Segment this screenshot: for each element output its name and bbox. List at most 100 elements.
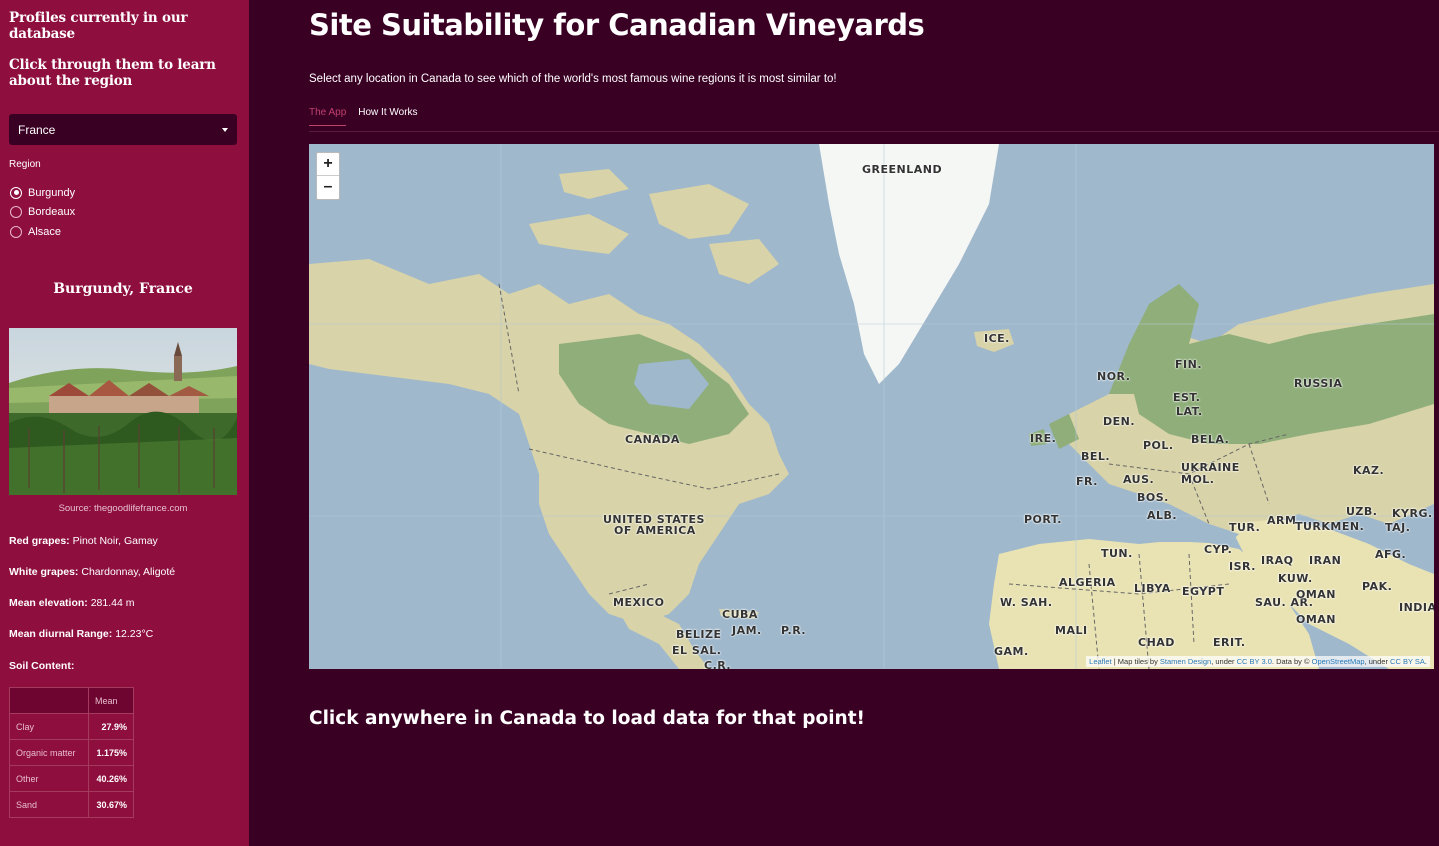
map-label: EL SAL. xyxy=(672,644,722,657)
table-row: Sand 30.67% xyxy=(9,791,134,818)
map-label: IRAQ xyxy=(1261,554,1294,567)
map-label: RUSSIA xyxy=(1294,377,1343,390)
cc-by-sa-link[interactable]: CC BY SA xyxy=(1390,657,1425,666)
map-label: AUS. xyxy=(1123,473,1155,486)
map-label: POL. xyxy=(1143,439,1174,452)
region-option-burgundy[interactable]: Burgundy xyxy=(10,183,75,203)
attribution-text: , under xyxy=(1364,657,1391,666)
map-label: IRE. xyxy=(1030,432,1057,445)
soil-value: 40.26% xyxy=(88,765,134,792)
sidebar: Profiles currently in our database Click… xyxy=(0,0,249,846)
world-map[interactable]: + – GREENLAND ICE. CANADA UNITED STATES … xyxy=(309,144,1434,669)
map-label: LAT. xyxy=(1176,405,1203,418)
map-label: AFG. xyxy=(1375,548,1407,561)
page-title: Site Suitability for Canadian Vineyards xyxy=(309,8,925,42)
map-label: CUBA xyxy=(722,608,758,621)
map-label: TUR. xyxy=(1229,521,1261,534)
soil-label: Soil Content: xyxy=(9,660,75,672)
map-label: KYRG. xyxy=(1392,507,1433,520)
leaflet-link[interactable]: Leaflet xyxy=(1089,657,1112,666)
zoom-control: + – xyxy=(316,152,340,200)
radio-button[interactable] xyxy=(10,206,22,219)
attribution-text: | Map tiles by xyxy=(1111,657,1160,666)
map-label: CYP. xyxy=(1204,543,1233,556)
fact-value: 12.23°C xyxy=(115,628,154,640)
tab-the-app[interactable]: The App xyxy=(309,107,347,126)
region-radio-group: Burgundy Bordeaux Alsace xyxy=(10,183,75,242)
attribution-text: , under xyxy=(1211,657,1237,666)
map-label: CANADA xyxy=(625,433,680,446)
region-option-alsace[interactable]: Alsace xyxy=(10,222,75,242)
map-label: C.R. xyxy=(704,659,732,669)
map-label: IRAN xyxy=(1309,554,1342,567)
country-select-value: France xyxy=(18,122,56,137)
osm-link[interactable]: OpenStreetMap xyxy=(1312,657,1365,666)
page-subtitle: Select any location in Canada to see whi… xyxy=(309,73,837,85)
map-label: BOS. xyxy=(1137,491,1169,504)
soil-name: Sand xyxy=(9,791,89,818)
fact-label: Mean elevation: xyxy=(9,597,88,609)
region-photo xyxy=(9,328,237,495)
attribution-text: . xyxy=(1424,657,1427,666)
map-label: FIN. xyxy=(1175,358,1202,371)
soil-table: Mean Clay 27.9% Organic matter 1.175% Othe… xyxy=(9,687,134,818)
map-label: ISR. xyxy=(1229,560,1256,573)
map-label: ICE. xyxy=(984,332,1010,345)
sidebar-subheading: Click through them to learn about the re… xyxy=(9,57,216,89)
fact-white-grapes: White grapes: Chardonnay, Aligoté xyxy=(9,566,175,578)
map-label: ALGERIA xyxy=(1059,576,1116,589)
map-label: PAK. xyxy=(1362,580,1393,593)
map-label: GREENLAND xyxy=(862,163,943,176)
fact-label: Mean diurnal Range: xyxy=(9,628,113,640)
radio-button[interactable] xyxy=(10,225,22,238)
map-label: JAM. xyxy=(732,624,762,637)
map-label: MEXICO xyxy=(613,596,665,609)
soil-name: Organic matter xyxy=(9,739,89,766)
table-row: Clay 27.9% xyxy=(9,713,134,740)
table-header-mean: Mean xyxy=(88,687,134,714)
map-label: PORT. xyxy=(1024,513,1062,526)
table-row: Organic matter 1.175% xyxy=(9,739,134,766)
fact-value: 281.44 m xyxy=(90,597,135,609)
soil-name: Clay xyxy=(9,713,89,740)
tab-bar: The App How It Works xyxy=(309,107,430,126)
cc-by-link[interactable]: CC BY 3.0 xyxy=(1237,657,1272,666)
table-header-row: Mean xyxy=(9,687,134,714)
zoom-in-button[interactable]: + xyxy=(317,153,339,176)
map-label: OMAN xyxy=(1296,613,1337,626)
zoom-out-button[interactable]: – xyxy=(317,176,339,199)
map-tiles xyxy=(309,144,1434,669)
map-label: UKRAINE xyxy=(1181,461,1240,474)
fact-label: White grapes: xyxy=(9,566,79,578)
map-label: TUN. xyxy=(1101,547,1133,560)
map-label: OF AMERICA xyxy=(614,524,696,537)
tab-divider xyxy=(309,131,1439,132)
region-option-label: Bordeaux xyxy=(28,206,76,219)
region-option-bordeaux[interactable]: Bordeaux xyxy=(10,203,75,223)
map-label: EGYPT xyxy=(1182,585,1225,598)
region-label: Region xyxy=(9,159,41,170)
radio-button[interactable] xyxy=(10,186,22,199)
map-label: NOR. xyxy=(1097,370,1131,383)
map-label: KAZ. xyxy=(1353,464,1385,477)
soil-value: 27.9% xyxy=(88,713,134,740)
map-label: DEN. xyxy=(1103,415,1136,428)
map-label: BELA. xyxy=(1191,433,1230,446)
map-label: GAM. xyxy=(994,645,1029,658)
map-label: TAJ. xyxy=(1385,521,1411,534)
region-option-label: Alsace xyxy=(28,225,62,238)
tab-how-it-works[interactable]: How It Works xyxy=(358,107,417,126)
country-select[interactable]: France xyxy=(9,114,237,145)
map-label: ALB. xyxy=(1147,509,1178,522)
stamen-link[interactable]: Stamen Design xyxy=(1160,657,1211,666)
map-label: W. SAH. xyxy=(1000,596,1053,609)
soil-name: Other xyxy=(9,765,89,792)
fact-label: Red grapes: xyxy=(9,535,70,547)
fact-value: Chardonnay, Aligoté xyxy=(81,566,176,578)
map-label: BEL. xyxy=(1081,450,1111,463)
caret-down-icon xyxy=(222,127,228,132)
map-attribution: Leaflet | Map tiles by Stamen Design, un… xyxy=(1086,656,1430,667)
map-label: KUW. xyxy=(1278,572,1313,585)
table-header-blank xyxy=(9,687,89,714)
map-label: LIBYA xyxy=(1134,582,1171,595)
